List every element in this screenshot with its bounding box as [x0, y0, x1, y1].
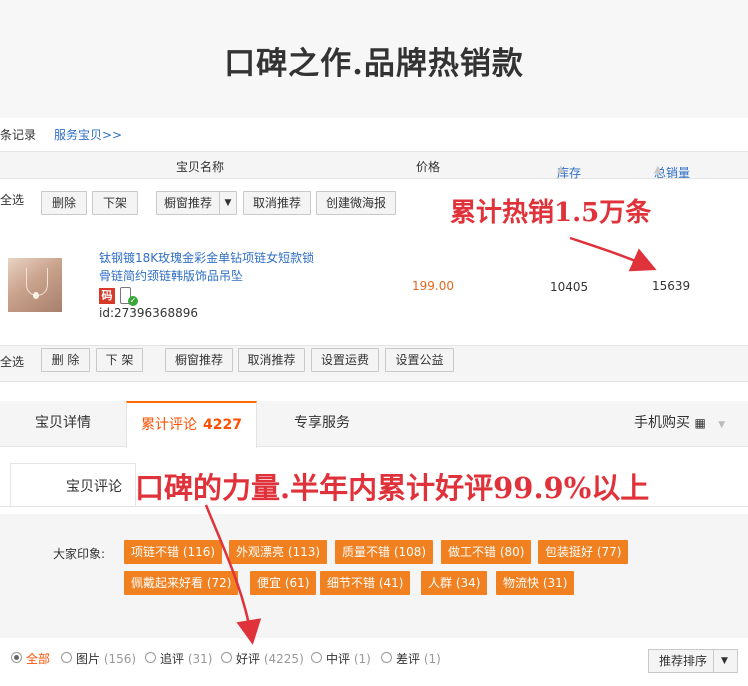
col-name: 宝贝名称: [176, 160, 225, 174]
filter-radio-positive[interactable]: [221, 652, 232, 663]
product-sales: 15639: [652, 279, 691, 293]
cancel-recommend-button[interactable]: 取消推荐: [243, 191, 311, 215]
service-link[interactable]: 服务宝贝>>: [54, 126, 122, 143]
sort-up-icon: ▲: [654, 164, 662, 175]
tab-service[interactable]: 专享服务: [257, 401, 387, 447]
necklace-pendant: [33, 292, 39, 299]
tab-reviews[interactable]: 累计评论 4227: [126, 401, 257, 448]
filter-radio-all[interactable]: [11, 652, 22, 663]
tab-mobile-label: 手机购买: [634, 415, 690, 431]
filter-negative[interactable]: 差评 (1): [396, 650, 441, 667]
delist-button[interactable]: 下架: [92, 191, 138, 215]
filter-radio-neutral[interactable]: [311, 652, 322, 663]
filter-radio-images[interactable]: [61, 652, 72, 663]
filter-all[interactable]: 全部: [26, 650, 50, 667]
product-title[interactable]: 钛钢镀18K玫瑰金彩金单钻项链女短款锁骨链简约颈链韩版饰品吊坠: [99, 249, 321, 285]
product-thumbnail[interactable]: [8, 258, 62, 312]
filter-followup[interactable]: 追评 (31): [160, 650, 212, 667]
select-all-label-bottom[interactable]: 全选: [0, 353, 24, 370]
product-id: id:27396368896: [99, 306, 198, 320]
check-icon: ✓: [128, 296, 138, 306]
filter-negative-label: 差评: [396, 652, 421, 666]
impression-tag[interactable]: 质量不错 (108): [335, 540, 434, 564]
sort-up-icon: ▲: [557, 164, 565, 175]
tab-mobile[interactable]: 手机购买 ▦ ▼: [634, 401, 744, 447]
tab-detail[interactable]: 宝贝详情: [0, 401, 126, 447]
filter-neutral-count: (1): [353, 652, 371, 666]
filter-neutral-label: 中评: [326, 652, 351, 666]
impressions-label: 大家印象:: [53, 547, 106, 561]
product-row: 钛钢镀18K玫瑰金彩金单钻项链女短款锁骨链简约颈链韩版饰品吊坠 码 ✓ id:2…: [0, 228, 748, 346]
chevron-down-icon: ▼: [721, 656, 728, 666]
recommend-dropdown-icon[interactable]: ▼: [219, 191, 237, 215]
sales-annotation: 累计热销1.5万条: [450, 198, 652, 228]
detail-tabs: 宝贝详情 累计评论 4227 专享服务 手机购买 ▦ ▼: [0, 401, 748, 448]
filter-followup-label: 追评: [160, 652, 185, 666]
tab-reviews-label: 累计评论: [141, 417, 198, 433]
col-price: 价格: [416, 160, 441, 174]
product-stock: 10405: [550, 280, 589, 294]
filter-positive-label: 好评: [236, 652, 261, 666]
filter-positive[interactable]: 好评 (4225): [236, 650, 304, 667]
review-annotation: 口碑的力量.半年内累计好评99.9%以上: [135, 471, 650, 505]
record-label: 条记录: [0, 128, 37, 142]
cancel-recommend-button-bottom[interactable]: 取消推荐: [238, 348, 305, 372]
impression-tag[interactable]: 物流快 (31): [496, 571, 575, 595]
banner: 口碑之作.品牌热销款: [0, 0, 748, 118]
set-welfare-button[interactable]: 设置公益: [385, 348, 454, 372]
sort-label: 推荐排序: [659, 654, 708, 668]
filter-images-count: (156): [103, 652, 137, 666]
sort-divider: [713, 650, 714, 672]
impression-tag[interactable]: 便宜 (61): [250, 571, 317, 595]
filter-negative-count: (1): [423, 652, 441, 666]
filter-positive-count: (4225): [263, 652, 304, 666]
filter-followup-count: (31): [187, 652, 213, 666]
select-all-label[interactable]: 全选: [0, 191, 24, 208]
impression-tag[interactable]: 人群 (34): [421, 571, 488, 595]
impression-tag[interactable]: 项链不错 (116): [124, 540, 223, 564]
subtab-reviews[interactable]: 宝贝评论: [66, 476, 122, 496]
table-header: 宝贝名称 价格 库存 ▲ 总销量 ▲: [0, 151, 748, 180]
filter-images-label: 图片: [76, 652, 101, 666]
create-poster-button[interactable]: 创建微海报: [316, 191, 396, 215]
banner-title: 口碑之作.品牌热销款: [224, 46, 524, 82]
review-filter-bar: 全部 图片 (156) 追评 (31) 好评 (4225) 中评 (1) 差评 …: [0, 645, 748, 675]
recommend-button[interactable]: 橱窗推荐: [156, 191, 220, 215]
impression-tag[interactable]: 外观漂亮 (113): [229, 540, 328, 564]
impression-tag[interactable]: 细节不错 (41): [320, 571, 411, 595]
product-price: 199.00: [412, 279, 454, 293]
delete-button[interactable]: 删除: [41, 191, 87, 215]
delist-button-bottom[interactable]: 下 架: [96, 348, 143, 372]
set-shipping-button[interactable]: 设置运费: [311, 348, 379, 372]
filter-images[interactable]: 图片 (156): [76, 650, 136, 667]
recommend-button-bottom[interactable]: 橱窗推荐: [165, 348, 233, 372]
chevron-down-icon: ▼: [718, 420, 726, 430]
filter-radio-followup[interactable]: [145, 652, 156, 663]
tab-reviews-count: 4227: [203, 417, 242, 433]
impression-tag[interactable]: 做工不错 (80): [441, 540, 532, 564]
toolbar-bottom: 全选 删 除 下 架 橱窗推荐 取消推荐 设置运费 设置公益: [0, 346, 748, 382]
delete-button-bottom[interactable]: 删 除: [41, 348, 90, 372]
impression-tag[interactable]: 包装挺好 (77): [538, 540, 629, 564]
sort-dropdown[interactable]: 推荐排序 ▼: [648, 649, 738, 673]
filter-radio-negative[interactable]: [381, 652, 392, 663]
filter-neutral[interactable]: 中评 (1): [326, 650, 371, 667]
impression-tag[interactable]: 佩戴起来好看 (72): [124, 571, 239, 595]
qr-code-icon: ▦: [694, 416, 706, 430]
code-badge-icon: 码: [99, 288, 115, 304]
